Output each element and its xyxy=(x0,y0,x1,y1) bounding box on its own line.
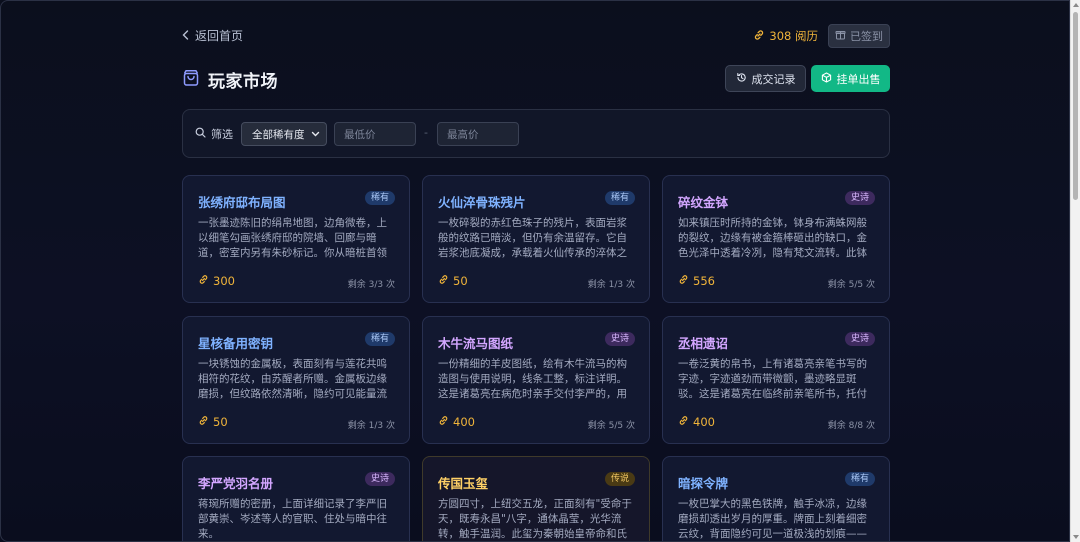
listing-title: 暗探令牌 xyxy=(678,476,729,491)
listing-card[interactable]: 丞相遗诏 史诗 一卷泛黄的帛书，上有诸葛亮亲笔书写的字迹，字迹遒劲而带微颤，墨迹… xyxy=(662,316,890,444)
filter-label-group: 筛选 xyxy=(195,126,233,142)
listing-description: 方圆四寸，上纽交五龙，正面刻有"受命于天，既寿永昌"八字，通体晶莹，光华流转，触… xyxy=(438,498,632,540)
min-price-placeholder: 最低价 xyxy=(344,128,376,141)
link-coin-icon xyxy=(198,415,209,429)
listing-card[interactable]: 星核备用密钥 稀有 一块锈蚀的金属板，表面刻有与莲花共鸣相符的花纹，由苏醒者所赠… xyxy=(182,316,410,444)
listing-price: 50 xyxy=(198,415,228,429)
list-for-sale-button[interactable]: 挂单出售 xyxy=(811,65,890,92)
rarity-badge: 史诗 xyxy=(364,472,395,486)
listing-description: 如来镇压时所持的金钵，钵身布满蛛网般的裂纹，边缘有被金箍棒砸出的缺口，金色光泽中… xyxy=(678,217,867,259)
checked-in-label: 已签到 xyxy=(850,30,883,43)
page-scrollbar[interactable] xyxy=(1070,0,1080,542)
listing-price-value: 556 xyxy=(693,274,715,288)
price-range-separator: - xyxy=(424,126,428,139)
listing-title: 碎纹金钵 xyxy=(678,195,729,210)
link-coin-icon xyxy=(438,274,449,288)
listing-description: 一枚碎裂的赤红色珠子的残片，表面岩浆般的纹路已暗淡，但仍有余温留存。它自岩浆池底… xyxy=(438,217,627,259)
listing-description: 一卷泛黄的帛书，上有诸葛亮亲笔书写的字迹，字迹遒劲而带微颤，墨迹略显斑驳。这是诸… xyxy=(678,358,867,400)
listing-price-value: 50 xyxy=(453,274,468,288)
listing-title: 李严党羽名册 xyxy=(198,476,274,491)
listing-card[interactable]: 传国玉玺 传说 方圆四寸，上纽交五龙，正面刻有"受命于天，既寿永昌"八字，通体晶… xyxy=(422,456,650,541)
listing-title: 星核备用密钥 xyxy=(198,336,274,351)
listing-description: 一份精细的羊皮图纸，绘有木牛流马的构造图与使用说明，线条工整，标注详明。这是诸葛… xyxy=(438,358,627,400)
link-coin-icon xyxy=(198,274,209,288)
listing-price: 400 xyxy=(438,415,475,429)
listing-title: 张绣府邸布局图 xyxy=(198,195,286,210)
listing-remaining: 剩余 1/3 次 xyxy=(587,280,635,290)
points-label: 308 阅历 xyxy=(769,29,818,43)
listing-card[interactable]: 张绣府邸布局图 稀有 一张墨迹陈旧的绢帛地图，边角微卷，上以细笔勾画张绣府邸的院… xyxy=(182,175,410,303)
listing-price-value: 50 xyxy=(213,415,228,429)
rarity-badge: 稀有 xyxy=(604,191,635,205)
listing-price: 556 xyxy=(678,274,715,288)
listing-title: 木牛流马图纸 xyxy=(438,336,514,351)
scrollbar-thumb[interactable] xyxy=(1073,12,1078,200)
listing-price: 400 xyxy=(678,415,715,429)
search-icon xyxy=(195,127,206,141)
listing-description: 一块锈蚀的金属板，表面刻有与莲花共鸣相符的花纹，由苏醒者所赠。金属板边缘磨损，但… xyxy=(198,358,387,400)
listing-price: 50 xyxy=(438,274,468,288)
back-home-link[interactable]: 返回首页 xyxy=(182,27,243,44)
history-icon xyxy=(736,72,747,86)
listing-remaining: 剩余 5/5 次 xyxy=(827,280,875,290)
filter-label: 筛选 xyxy=(211,128,233,141)
listing-remaining: 剩余 3/3 次 xyxy=(347,280,395,290)
listing-remaining: 剩余 8/8 次 xyxy=(827,421,875,431)
listing-price-value: 300 xyxy=(213,274,235,288)
scroll-down-arrow-icon[interactable] xyxy=(1073,535,1079,539)
rarity-select[interactable]: 全部稀有度 xyxy=(241,122,327,146)
chevron-down-icon xyxy=(311,128,320,143)
listing-card[interactable]: 火仙淬骨珠残片 稀有 一枚碎裂的赤红色珠子的残片，表面岩浆般的纹路已暗淡，但仍有… xyxy=(422,175,650,303)
max-price-placeholder: 最高价 xyxy=(447,128,479,141)
listing-title: 丞相遗诏 xyxy=(678,336,729,351)
back-home-label: 返回首页 xyxy=(195,29,244,43)
rarity-badge: 史诗 xyxy=(844,332,875,346)
listing-description: 蒋琬所赠的密册，上面详细记录了李严旧部黄崇、岑述等人的官职、住处与暗中往来。 xyxy=(198,498,387,540)
gift-icon xyxy=(835,29,846,43)
trade-history-label: 成交记录 xyxy=(751,72,796,86)
listing-title: 火仙淬骨珠残片 xyxy=(438,195,526,210)
listing-description: 一枚巴掌大的黑色铁牌，触手冰凉，边缘磨损却透出岁月的厚重。牌面上刻着细密云纹，背… xyxy=(678,498,867,540)
rarity-badge: 稀有 xyxy=(364,191,395,205)
listing-price-value: 400 xyxy=(453,415,475,429)
rarity-select-value: 全部稀有度 xyxy=(252,128,305,141)
rarity-badge: 稀有 xyxy=(844,472,875,486)
min-price-input[interactable]: 最低价 xyxy=(334,122,416,146)
scroll-up-arrow-icon[interactable] xyxy=(1073,3,1079,7)
chevron-left-icon xyxy=(182,29,189,43)
page-header: 玩家市场 成交记录 挂单出售 xyxy=(182,65,890,93)
rarity-badge: 传说 xyxy=(604,472,635,486)
rarity-badge: 史诗 xyxy=(604,332,635,346)
checked-in-button[interactable]: 已签到 xyxy=(828,24,890,48)
listing-title: 传国玉玺 xyxy=(438,476,489,491)
top-bar: 返回首页 308 阅历 已签到 xyxy=(182,24,890,48)
listing-price: 300 xyxy=(198,274,235,288)
listing-remaining: 剩余 5/5 次 xyxy=(587,421,635,431)
listing-card[interactable]: 暗探令牌 稀有 一枚巴掌大的黑色铁牌，触手冰凉，边缘磨损却透出岁月的厚重。牌面上… xyxy=(662,456,890,541)
rarity-badge: 稀有 xyxy=(364,332,395,346)
listing-card[interactable]: 木牛流马图纸 史诗 一份精细的羊皮图纸，绘有木牛流马的构造图与使用说明，线条工整… xyxy=(422,316,650,444)
package-icon xyxy=(821,71,832,86)
rarity-badge: 史诗 xyxy=(844,191,875,205)
listing-card[interactable]: 碎纹金钵 史诗 如来镇压时所持的金钵，钵身布满蛛网般的裂纹，边缘有被金箍棒砸出的… xyxy=(662,175,890,303)
link-coin-icon xyxy=(678,274,689,288)
app-window: 返回首页 308 阅历 已签到 玩家市场 成交记录 挂单出售 筛选 全部稀有度 … xyxy=(0,0,1070,542)
listing-description: 一张墨迹陈旧的绢帛地图，边角微卷，上以细笔勾画张绣府邸的院墙、回廊与暗道，密室内… xyxy=(198,217,387,259)
shopping-bag-icon xyxy=(182,69,200,91)
link-coin-icon xyxy=(678,415,689,429)
filter-bar: 筛选 全部稀有度 最低价 - 最高价 xyxy=(182,109,890,158)
page-title-group: 玩家市场 xyxy=(182,67,278,92)
listing-remaining: 剩余 1/3 次 xyxy=(347,421,395,431)
link-coin-icon xyxy=(753,29,765,44)
points-display: 308 阅历 xyxy=(753,28,818,44)
trade-history-button[interactable]: 成交记录 xyxy=(725,65,806,92)
link-coin-icon xyxy=(438,415,449,429)
listing-price-value: 400 xyxy=(693,415,715,429)
max-price-input[interactable]: 最高价 xyxy=(437,122,519,146)
page-title: 玩家市场 xyxy=(208,72,278,92)
listing-card[interactable]: 李严党羽名册 史诗 蒋琬所赠的密册，上面详细记录了李严旧部黄崇、岑述等人的官职、… xyxy=(182,456,410,541)
list-for-sale-label: 挂单出售 xyxy=(836,72,881,86)
